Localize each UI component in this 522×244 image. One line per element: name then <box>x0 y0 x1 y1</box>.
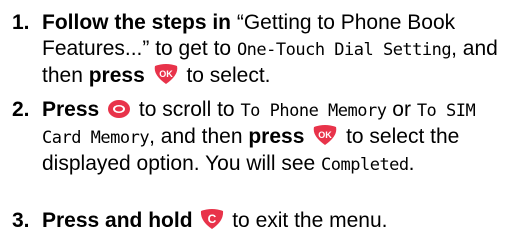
ok-key-label: OK <box>318 130 332 140</box>
text: to exit the menu. <box>226 209 388 232</box>
step-text: Follow the steps in “Getting to Phone Bo… <box>42 10 514 89</box>
display-text: Completed <box>321 155 409 175</box>
bold-text: Press and hold <box>42 209 193 232</box>
bold-text: Press <box>42 98 100 121</box>
step-text: Press to scroll to To Phone Memory or To… <box>42 97 514 178</box>
text: , and then <box>149 125 249 148</box>
bold-text: press <box>248 125 305 148</box>
nav-key-icon <box>107 99 131 119</box>
ok-key-icon: OK <box>153 63 179 85</box>
text: or <box>386 98 417 121</box>
ok-key-icon: OK <box>312 124 338 146</box>
clear-key-icon: C <box>200 208 224 230</box>
step-number: 1. <box>12 11 30 34</box>
step-number: 3. <box>12 209 30 232</box>
display-text: One-Touch Dial Setting <box>236 40 452 60</box>
text: to select. <box>180 64 271 87</box>
bold-text: Follow the steps in <box>42 11 232 34</box>
ok-key-label: OK <box>159 69 173 79</box>
step-number: 2. <box>12 98 30 121</box>
text: to scroll to <box>133 98 241 121</box>
step-text: Press and hold C to exit the menu. <box>42 208 514 234</box>
clear-key-label: C <box>208 212 217 226</box>
text: . <box>408 152 415 175</box>
bold-text: press <box>88 64 145 87</box>
display-text: To Phone Memory <box>240 101 387 121</box>
